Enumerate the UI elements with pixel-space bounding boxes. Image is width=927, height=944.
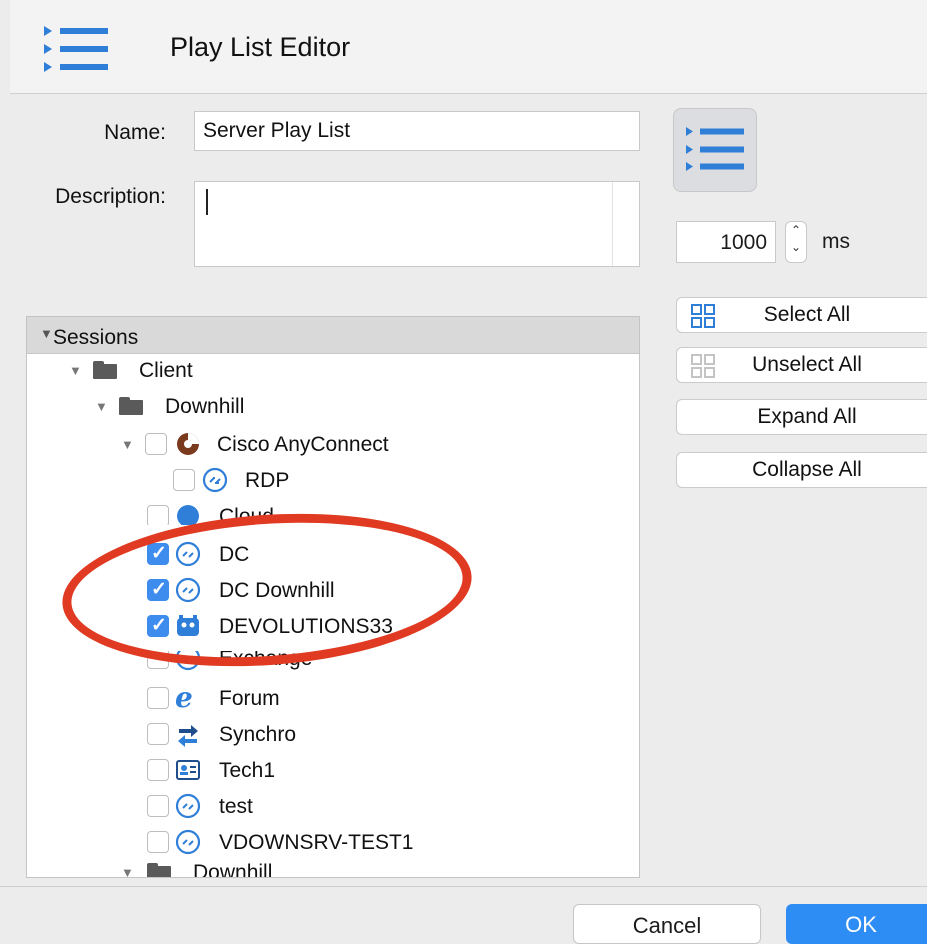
tree-row-forum[interactable]: e Forum <box>27 681 639 717</box>
tree-row-label: Cisco AnyConnect <box>217 433 389 456</box>
session-checkbox[interactable] <box>147 723 169 745</box>
tree-row-label: DC <box>219 543 250 566</box>
unselect-all-button[interactable]: Unselect All <box>676 347 927 383</box>
stepper-up-icon[interactable]: ⌃ <box>786 222 806 239</box>
window-title: Play List Editor <box>170 32 351 62</box>
window-header: Play List Editor <box>10 0 927 94</box>
tree-row-label: Client <box>139 359 193 382</box>
tree-row-label: RDP <box>245 469 290 492</box>
playlist-icon <box>44 24 108 79</box>
playlist-icon <box>686 127 744 171</box>
tree-row-test[interactable]: test <box>27 791 639 825</box>
select-all-button[interactable]: Select All <box>676 297 927 333</box>
name-label: Name: <box>104 121 166 144</box>
tree-row-cloud[interactable]: Cloud <box>27 501 639 525</box>
tree-row-label: Exchange <box>219 651 313 670</box>
session-checkbox[interactable] <box>147 651 169 669</box>
cloud-icon <box>177 505 199 525</box>
tree-row-client[interactable]: ▼ Client <box>27 355 639 389</box>
session-checkbox[interactable] <box>147 505 169 525</box>
tree-row-cisco-anyconnect[interactable]: ▼ Cisco AnyConnect <box>27 429 639 463</box>
tree-row-label: Synchro <box>219 723 297 746</box>
disclosure-triangle-icon[interactable]: ▼ <box>95 399 108 414</box>
tree-row-label: Tech1 <box>219 759 276 782</box>
rdp-icon <box>202 467 228 493</box>
description-label: Description: <box>55 185 166 208</box>
session-checkbox[interactable] <box>147 831 169 853</box>
tree-row-label: DC Downhill <box>219 579 335 602</box>
disclosure-triangle-icon[interactable]: ▼ <box>69 363 82 378</box>
folder-icon <box>93 361 117 379</box>
session-checkbox[interactable] <box>147 578 169 601</box>
session-checkbox[interactable] <box>147 614 169 637</box>
session-checkbox[interactable] <box>147 759 169 781</box>
tree-row-label: Cloud <box>219 505 274 525</box>
sessions-header[interactable]: ▼ Sessions <box>27 317 639 354</box>
tree-row-downhill-2[interactable]: ▼ Downhill <box>27 861 639 877</box>
expand-all-label: Expand All <box>757 405 857 428</box>
devolutions-icon <box>177 615 199 636</box>
tree-row-label: Forum <box>219 687 280 710</box>
tree-row-synchro[interactable]: Synchro <box>27 719 639 753</box>
name-input[interactable] <box>194 111 640 151</box>
interval-input[interactable]: 1000 <box>676 221 776 263</box>
session-checkbox[interactable] <box>173 469 195 491</box>
web-icon <box>175 651 201 671</box>
internet-explorer-icon: e <box>175 681 193 714</box>
cancel-button[interactable]: Cancel <box>573 904 761 944</box>
stepper-down-icon[interactable]: ⌄ <box>786 239 806 256</box>
collapse-all-button[interactable]: Collapse All <box>676 452 927 488</box>
playlist-icon-button[interactable] <box>673 108 757 192</box>
unselect-all-label: Unselect All <box>752 353 862 376</box>
sessions-header-label: Sessions <box>53 326 139 349</box>
folder-icon <box>147 863 171 877</box>
session-checkbox[interactable] <box>147 795 169 817</box>
sessions-tree[interactable]: ▼ Sessions ▼ Client ▼ Downhill ▼ Cisco A… <box>26 316 640 878</box>
expand-all-button[interactable]: Expand All <box>676 399 927 435</box>
rdp-icon <box>175 829 201 855</box>
rdp-icon <box>175 793 201 819</box>
session-checkbox[interactable] <box>147 687 169 709</box>
tree-row-devolutions33[interactable]: DEVOLUTIONS33 <box>27 611 639 645</box>
description-textarea[interactable] <box>194 181 640 267</box>
sync-arrows-icon <box>178 725 198 747</box>
disclosure-triangle-icon[interactable]: ▼ <box>121 865 134 877</box>
collapse-triangle-icon[interactable]: ▼ <box>40 326 53 341</box>
tree-row-dc-downhill[interactable]: DC Downhill <box>27 575 639 609</box>
tree-row-label: VDOWNSRV-TEST1 <box>219 831 414 854</box>
select-all-label: Select All <box>763 303 851 326</box>
textarea-scrollbar-divider <box>612 182 613 266</box>
session-checkbox[interactable] <box>147 542 169 565</box>
tree-row-tech1[interactable]: Tech1 <box>27 755 639 789</box>
contact-card-icon <box>176 760 200 780</box>
tree-row-downhill[interactable]: ▼ Downhill <box>27 391 639 425</box>
rdp-icon <box>175 541 201 567</box>
tree-row-label: Downhill <box>193 861 273 878</box>
disclosure-triangle-icon[interactable]: ▼ <box>121 437 134 452</box>
tree-row-exchange[interactable]: Exchange <box>27 651 639 671</box>
tree-row-label: Downhill <box>165 395 245 418</box>
tree-row-vdownsrv-test1[interactable]: VDOWNSRV-TEST1 <box>27 827 639 861</box>
tree-row-rdp[interactable]: RDP <box>27 465 639 499</box>
interval-unit: ms <box>822 230 850 253</box>
rdp-icon <box>175 577 201 603</box>
text-caret <box>206 189 208 215</box>
tree-row-dc[interactable]: DC <box>27 539 639 573</box>
tree-row-label: DEVOLUTIONS33 <box>219 615 393 638</box>
interval-stepper[interactable]: ⌃ ⌄ <box>785 221 807 263</box>
session-checkbox[interactable] <box>145 433 167 455</box>
folder-icon <box>119 397 143 415</box>
collapse-all-label: Collapse All <box>752 458 862 481</box>
tree-row-label: test <box>219 795 253 818</box>
ok-button[interactable]: OK <box>786 904 927 944</box>
cisco-anyconnect-icon <box>177 433 199 455</box>
